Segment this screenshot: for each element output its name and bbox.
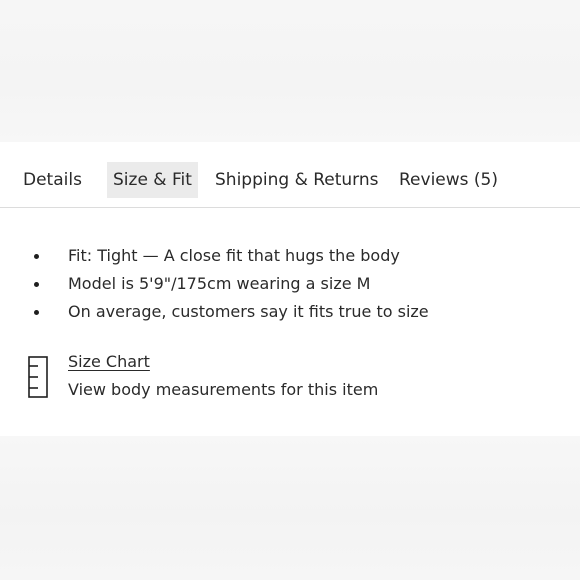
bullet-icon — [34, 282, 39, 287]
bullet-icon — [34, 310, 39, 315]
size-chart-description: View body measurements for this item — [68, 380, 379, 399]
blurred-footer-region — [0, 436, 580, 580]
tab-details[interactable]: Details — [17, 162, 88, 198]
size-chart-link[interactable]: Size Chart — [68, 348, 150, 376]
list-item: On average, customers say it fits true t… — [0, 298, 580, 326]
list-item: Model is 5'9"/175cm wearing a size M — [0, 270, 580, 298]
fit-detail-text: Fit: Tight — A close fit that hugs the b… — [68, 246, 400, 265]
fit-details-list: Fit: Tight — A close fit that hugs the b… — [0, 242, 580, 326]
product-info-tabs: Details Size & Fit Shipping & Returns Re… — [0, 142, 580, 208]
blurred-header-region — [0, 0, 580, 142]
size-chart-section: Size Chart View body measurements for th… — [0, 348, 580, 404]
tab-size-and-fit[interactable]: Size & Fit — [107, 162, 198, 198]
bullet-icon — [34, 254, 39, 259]
list-item: Fit: Tight — A close fit that hugs the b… — [0, 242, 580, 270]
tab-reviews[interactable]: Reviews (5) — [393, 162, 504, 198]
ruler-icon — [28, 356, 48, 398]
fit-detail-text: Model is 5'9"/175cm wearing a size M — [68, 274, 371, 293]
size-and-fit-panel: Fit: Tight — A close fit that hugs the b… — [0, 208, 580, 436]
fit-detail-text: On average, customers say it fits true t… — [68, 302, 429, 321]
tab-shipping-and-returns[interactable]: Shipping & Returns — [209, 162, 385, 198]
